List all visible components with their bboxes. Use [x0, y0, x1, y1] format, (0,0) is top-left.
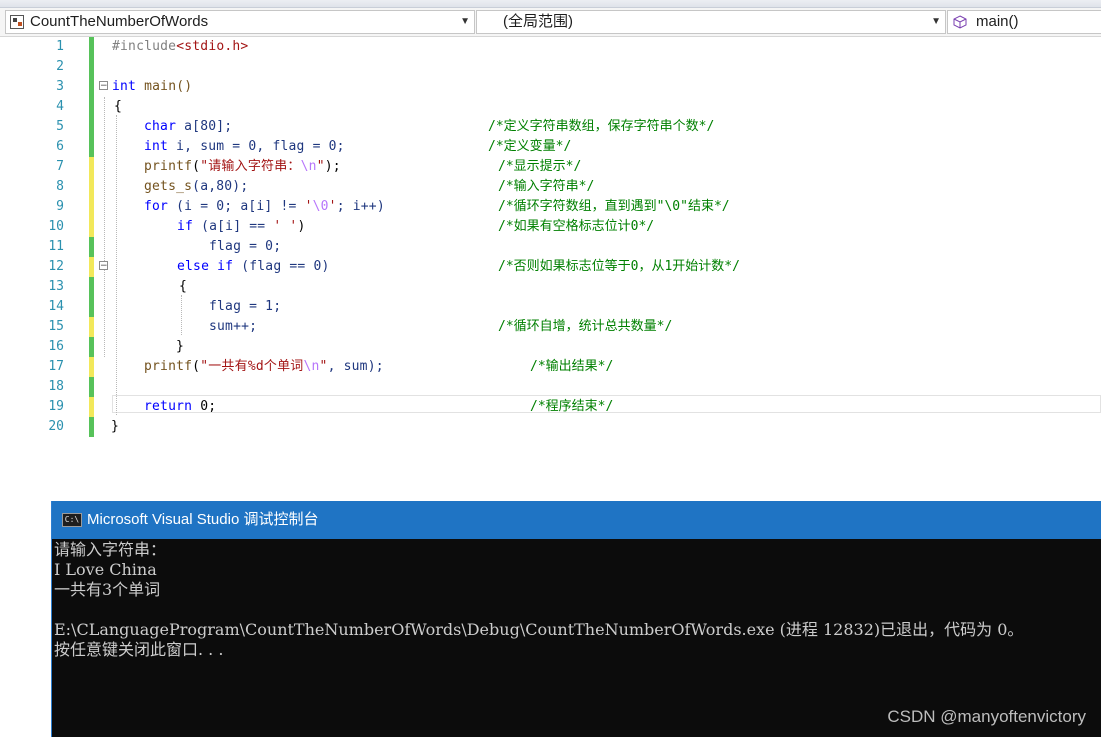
code-comment: /*否则如果标志位等于0，从1开始计数*/ — [498, 259, 740, 274]
code-editor[interactable]: − − 1 #include<stdio.h> 2 3 int main() 4… — [0, 37, 1101, 497]
code-line: 16 } — [0, 337, 1101, 357]
code-text[interactable]: flag = 0; — [209, 237, 281, 257]
code-comment: /*循环自增，统计总共数量*/ — [498, 319, 673, 334]
project-dropdown[interactable]: CountTheNumberOfWords ▼ — [5, 10, 475, 34]
chevron-down-icon: ▼ — [931, 16, 941, 27]
code-line: 8 gets_s(a,80); /*输入字符串*/ — [0, 177, 1101, 197]
code-line: 19 return 0; /*程序结束*/ — [0, 397, 1101, 417]
code-line: 3 int main() — [0, 77, 1101, 97]
line-number: 5 — [56, 119, 64, 134]
line-number: 19 — [48, 399, 64, 414]
code-line: 5 char a[80]; /*定义字符串数组，保存字符串个数*/ — [0, 117, 1101, 137]
code-text[interactable]: printf("一共有%d个单词\n", sum); — [144, 357, 384, 377]
console-line: 按任意键关闭此窗口. . . — [54, 640, 224, 659]
code-text[interactable]: { — [114, 97, 122, 117]
code-text[interactable]: printf("请输入字符串：\n"); — [144, 157, 341, 177]
function-cube-icon — [953, 15, 967, 29]
line-number: 14 — [48, 299, 64, 314]
code-comment: /*输出结果*/ — [530, 359, 614, 374]
chevron-down-icon: ▼ — [460, 16, 470, 27]
console-line: I Love China — [54, 560, 157, 579]
line-number: 12 — [48, 259, 64, 274]
line-number: 20 — [48, 419, 64, 434]
line-number: 4 — [56, 99, 64, 114]
code-text[interactable]: if (a[i] == ' ') — [177, 217, 305, 237]
line-number: 15 — [48, 319, 64, 334]
code-text[interactable]: gets_s(a,80); — [144, 177, 248, 197]
line-number: 10 — [48, 219, 64, 234]
code-comment: /*定义变量*/ — [488, 139, 572, 154]
navigation-bar: CountTheNumberOfWords ▼ (全局范围) ▼ main() — [0, 8, 1101, 37]
console-title-bar[interactable]: C:\ Microsoft Visual Studio 调试控制台 — [52, 501, 1101, 539]
code-text[interactable]: } — [176, 337, 184, 357]
code-line: 7 printf("请输入字符串：\n"); /*显示提示*/ — [0, 157, 1101, 177]
line-number: 3 — [56, 79, 64, 94]
line-number: 16 — [48, 339, 64, 354]
code-text[interactable]: for (i = 0; a[i] != '\0'; i++) — [144, 197, 385, 217]
code-text[interactable]: sum++; — [209, 317, 257, 337]
code-line: 14 flag = 1; — [0, 297, 1101, 317]
code-line: 20 } — [0, 417, 1101, 437]
code-text[interactable]: int main() — [112, 77, 192, 97]
code-text[interactable]: int i, sum = 0, flag = 0; — [144, 137, 345, 157]
code-comment: /*循环字符数组，直到遇到"\0"结束*/ — [498, 199, 730, 214]
code-text[interactable]: char a[80]; — [144, 117, 232, 137]
code-text[interactable]: else if (flag == 0) — [177, 257, 330, 277]
code-line: 9 for (i = 0; a[i] != '\0'; i++) /*循环字符数… — [0, 197, 1101, 217]
scope-name: (全局范围) — [503, 13, 573, 30]
code-line: 1 #include<stdio.h> — [0, 37, 1101, 57]
project-icon — [10, 15, 24, 29]
console-app-icon: C:\ — [62, 513, 82, 527]
code-line: 4 { — [0, 97, 1101, 117]
code-line: 2 — [0, 57, 1101, 77]
code-line: 17 printf("一共有%d个单词\n", sum); /*输出结果*/ — [0, 357, 1101, 377]
member-dropdown[interactable]: main() — [947, 10, 1101, 34]
line-number: 7 — [56, 159, 64, 174]
console-title: Microsoft Visual Studio 调试控制台 — [87, 511, 319, 528]
code-line: 12 else if (flag == 0) /*否则如果标志位等于0，从1开始… — [0, 257, 1101, 277]
code-text[interactable]: } — [111, 417, 119, 437]
code-comment: /*程序结束*/ — [530, 399, 614, 414]
console-line: 请输入字符串： — [54, 540, 167, 559]
code-line: 15 sum++; /*循环自增，统计总共数量*/ — [0, 317, 1101, 337]
code-comment: /*输入字符串*/ — [498, 179, 595, 194]
code-line: 11 flag = 0; — [0, 237, 1101, 257]
project-name: CountTheNumberOfWords — [30, 13, 209, 30]
code-line: 10 if (a[i] == ' ') /*如果有空格标志位计0*/ — [0, 217, 1101, 237]
code-comment: /*定义字符串数组，保存字符串个数*/ — [488, 119, 715, 134]
console-line: E:\CLanguageProgram\CountTheNumberOfWord… — [54, 620, 1024, 639]
window-top-band — [0, 0, 1101, 8]
code-text[interactable]: return 0; — [144, 397, 216, 417]
code-comment: /*显示提示*/ — [498, 159, 582, 174]
console-output[interactable]: 请输入字符串： I Love China 一共有3个单词 E:\CLanguag… — [54, 540, 1099, 660]
member-name: main() — [976, 13, 1019, 30]
line-number: 6 — [56, 139, 64, 154]
code-text[interactable]: #include<stdio.h> — [112, 37, 248, 57]
scope-dropdown[interactable]: (全局范围) ▼ — [476, 10, 946, 34]
code-line: 18 — [0, 377, 1101, 397]
csdn-watermark: CSDN @manyoftenvictory — [887, 707, 1086, 726]
debug-console-window[interactable]: C:\ Microsoft Visual Studio 调试控制台 请输入字符串… — [51, 501, 1101, 737]
line-number: 2 — [56, 59, 64, 74]
code-line: 6 int i, sum = 0, flag = 0; /*定义变量*/ — [0, 137, 1101, 157]
line-number: 1 — [56, 39, 64, 54]
line-number: 9 — [56, 199, 64, 214]
code-comment: /*如果有空格标志位计0*/ — [498, 219, 655, 234]
line-number: 18 — [48, 379, 64, 394]
line-number: 8 — [56, 179, 64, 194]
code-line: 13 { — [0, 277, 1101, 297]
code-text[interactable]: { — [179, 277, 187, 297]
line-number: 11 — [48, 239, 64, 254]
console-line: 一共有3个单词 — [54, 580, 161, 599]
line-number: 17 — [48, 359, 64, 374]
code-text[interactable]: flag = 1; — [209, 297, 281, 317]
line-number: 13 — [48, 279, 64, 294]
